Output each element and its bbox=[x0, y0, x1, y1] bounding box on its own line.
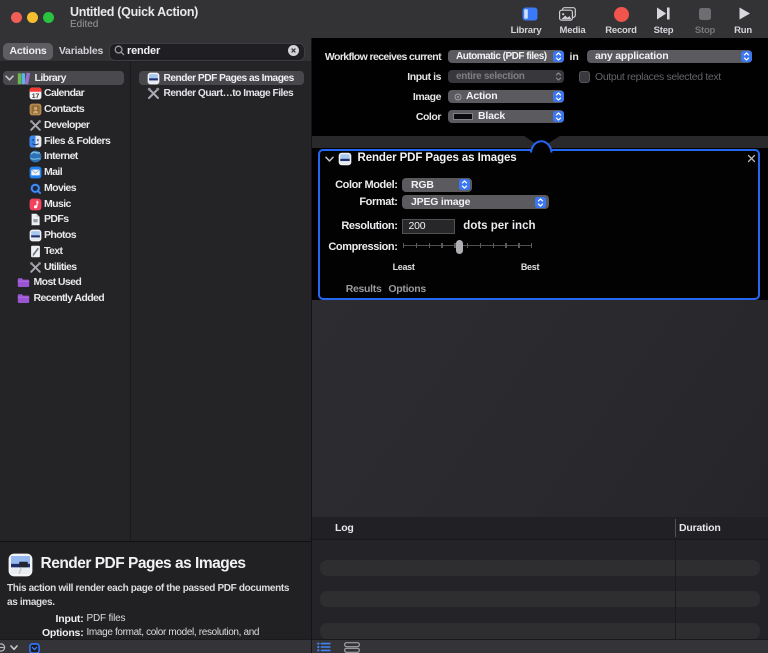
svg-text:17: 17 bbox=[31, 93, 39, 100]
